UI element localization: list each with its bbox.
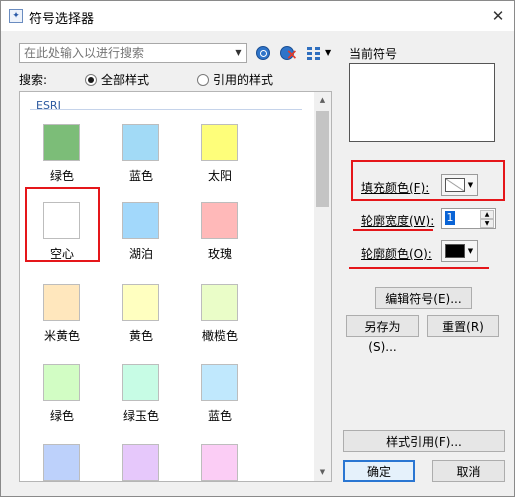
symbol-swatch [122, 202, 159, 239]
scope-all-radio[interactable]: 全部样式 [85, 71, 149, 88]
symbol-label: 米黄色 [43, 329, 80, 343]
ok-button[interactable]: 确定 [343, 460, 415, 482]
symbol-label: 蓝色 [128, 169, 153, 183]
chevron-down-icon: ▼ [235, 48, 242, 57]
chevron-down-icon: ▼ [325, 48, 332, 57]
save-as-button[interactable]: 另存为(S)... [346, 315, 419, 354]
current-symbol-label: 当前符号 [349, 47, 398, 61]
outline-width-stepper[interactable]: 1 ▲ ▼ [441, 208, 496, 229]
symbol-label: 绿玉色 [122, 409, 159, 423]
symbol-item[interactable]: 绿色 [32, 124, 92, 196]
symbol-gallery: ESRI 绿色 蓝色 太阳 空心 湖泊 玫瑰 米黄色 黄色 橄榄色 绿色 绿玉色 蓝色 ▲ ▼ [19, 91, 332, 482]
symbol-label: 太阳 [207, 169, 232, 183]
symbol-swatch [201, 124, 238, 161]
symbol-item[interactable]: 橄榄色 [190, 284, 250, 356]
symbol-selector-dialog: ✦ 符号选择器 ✕ ▼ ▼ 搜索: 全部样式 引用的样式 ESRI 绿色蓝色太阳… [0, 0, 515, 497]
symbol-item[interactable]: 黄色 [111, 284, 171, 356]
scroll-up-button[interactable]: ▲ [314, 92, 331, 109]
title-bar: ✦ 符号选择器 ✕ [1, 1, 514, 31]
symbol-label: 黄色 [128, 329, 153, 343]
symbol-swatch [43, 364, 80, 401]
symbol-swatch [43, 124, 80, 161]
symbol-item[interactable] [32, 444, 92, 481]
scope-referenced-label: 引用的样式 [213, 73, 274, 87]
search-button[interactable] [253, 43, 273, 63]
symbol-group-title: ESRI [36, 99, 61, 112]
symbol-label: 湖泊 [128, 247, 153, 261]
annotation-underline-outline [349, 267, 489, 269]
close-icon: ✕ [491, 7, 505, 25]
symbol-label: 橄榄色 [201, 329, 238, 343]
symbol-swatch [201, 202, 238, 239]
symbol-item[interactable]: 蓝色 [111, 124, 171, 196]
symbol-swatch [201, 284, 238, 321]
view-mode-button[interactable] [303, 43, 323, 63]
outline-color-label: 轮廓颜色(O): [361, 247, 432, 261]
radio-unselected-icon [197, 73, 209, 86]
radio-selected-icon [85, 73, 97, 86]
symbol-label: 玫瑰 [207, 247, 232, 261]
group-divider [30, 109, 302, 110]
clear-search-icon [280, 46, 298, 62]
style-references-button[interactable]: 样式引用(F)... [343, 430, 505, 452]
view-mode-dropdown[interactable]: ▼ [325, 43, 331, 63]
symbol-label: 蓝色 [207, 409, 232, 423]
outline-width-label: 轮廓宽度(W): [361, 214, 435, 228]
symbol-swatch [43, 284, 80, 321]
symbol-swatch [122, 284, 159, 321]
cancel-button[interactable]: 取消 [432, 460, 505, 482]
outline-color-picker[interactable]: ▼ [441, 240, 478, 262]
symbol-swatch [201, 444, 238, 481]
symbol-swatch [122, 444, 159, 481]
symbol-swatch [122, 124, 159, 161]
search-input[interactable] [19, 43, 247, 63]
symbol-preview [349, 63, 495, 142]
reset-button[interactable]: 重置(R) [427, 315, 499, 337]
symbol-label: 绿色 [49, 169, 74, 183]
symbol-item[interactable]: 米黄色 [32, 284, 92, 356]
symbol-item[interactable] [190, 444, 250, 481]
symbol-item[interactable]: 湖泊 [111, 202, 171, 274]
annotation-box-fill-color [351, 160, 505, 201]
symbol-item[interactable]: 太阳 [190, 124, 250, 196]
symbol-item[interactable] [111, 444, 171, 481]
symbol-label: 绿色 [49, 409, 74, 423]
spin-down-button[interactable]: ▼ [480, 219, 494, 228]
outline-width-value[interactable]: 1 [445, 211, 455, 225]
outline-color-swatch-icon [445, 244, 465, 258]
search-scope-label: 搜索: [19, 73, 48, 87]
symbol-item[interactable]: 绿色 [32, 364, 92, 436]
close-button[interactable]: ✕ [488, 6, 508, 26]
search-icon [256, 46, 270, 60]
symbol-item[interactable]: 绿玉色 [111, 364, 171, 436]
spin-up-button[interactable]: ▲ [480, 210, 494, 219]
symbol-item[interactable]: 蓝色 [190, 364, 250, 436]
symbol-swatch [122, 364, 159, 401]
scope-all-label: 全部样式 [101, 73, 150, 87]
window-title: 符号选择器 [29, 12, 95, 27]
annotation-box-hollow [25, 187, 100, 262]
scope-referenced-radio[interactable]: 引用的样式 [197, 71, 273, 88]
search-history-dropdown[interactable]: ▼ [231, 44, 246, 62]
symbol-swatch [201, 364, 238, 401]
scroll-down-button[interactable]: ▼ [314, 464, 331, 481]
edit-symbol-button[interactable]: 编辑符号(E)... [375, 287, 472, 309]
gallery-scrollbar[interactable]: ▲ ▼ [314, 92, 331, 481]
symbol-selector-app-icon: ✦ [9, 9, 23, 23]
grid-view-icon [306, 46, 320, 60]
symbol-swatch [43, 444, 80, 481]
annotation-underline-width [353, 229, 433, 231]
clear-search-button[interactable] [277, 43, 298, 63]
symbol-item[interactable]: 玫瑰 [190, 202, 250, 274]
chevron-down-icon: ▼ [467, 247, 474, 255]
scroll-thumb[interactable] [316, 111, 329, 207]
